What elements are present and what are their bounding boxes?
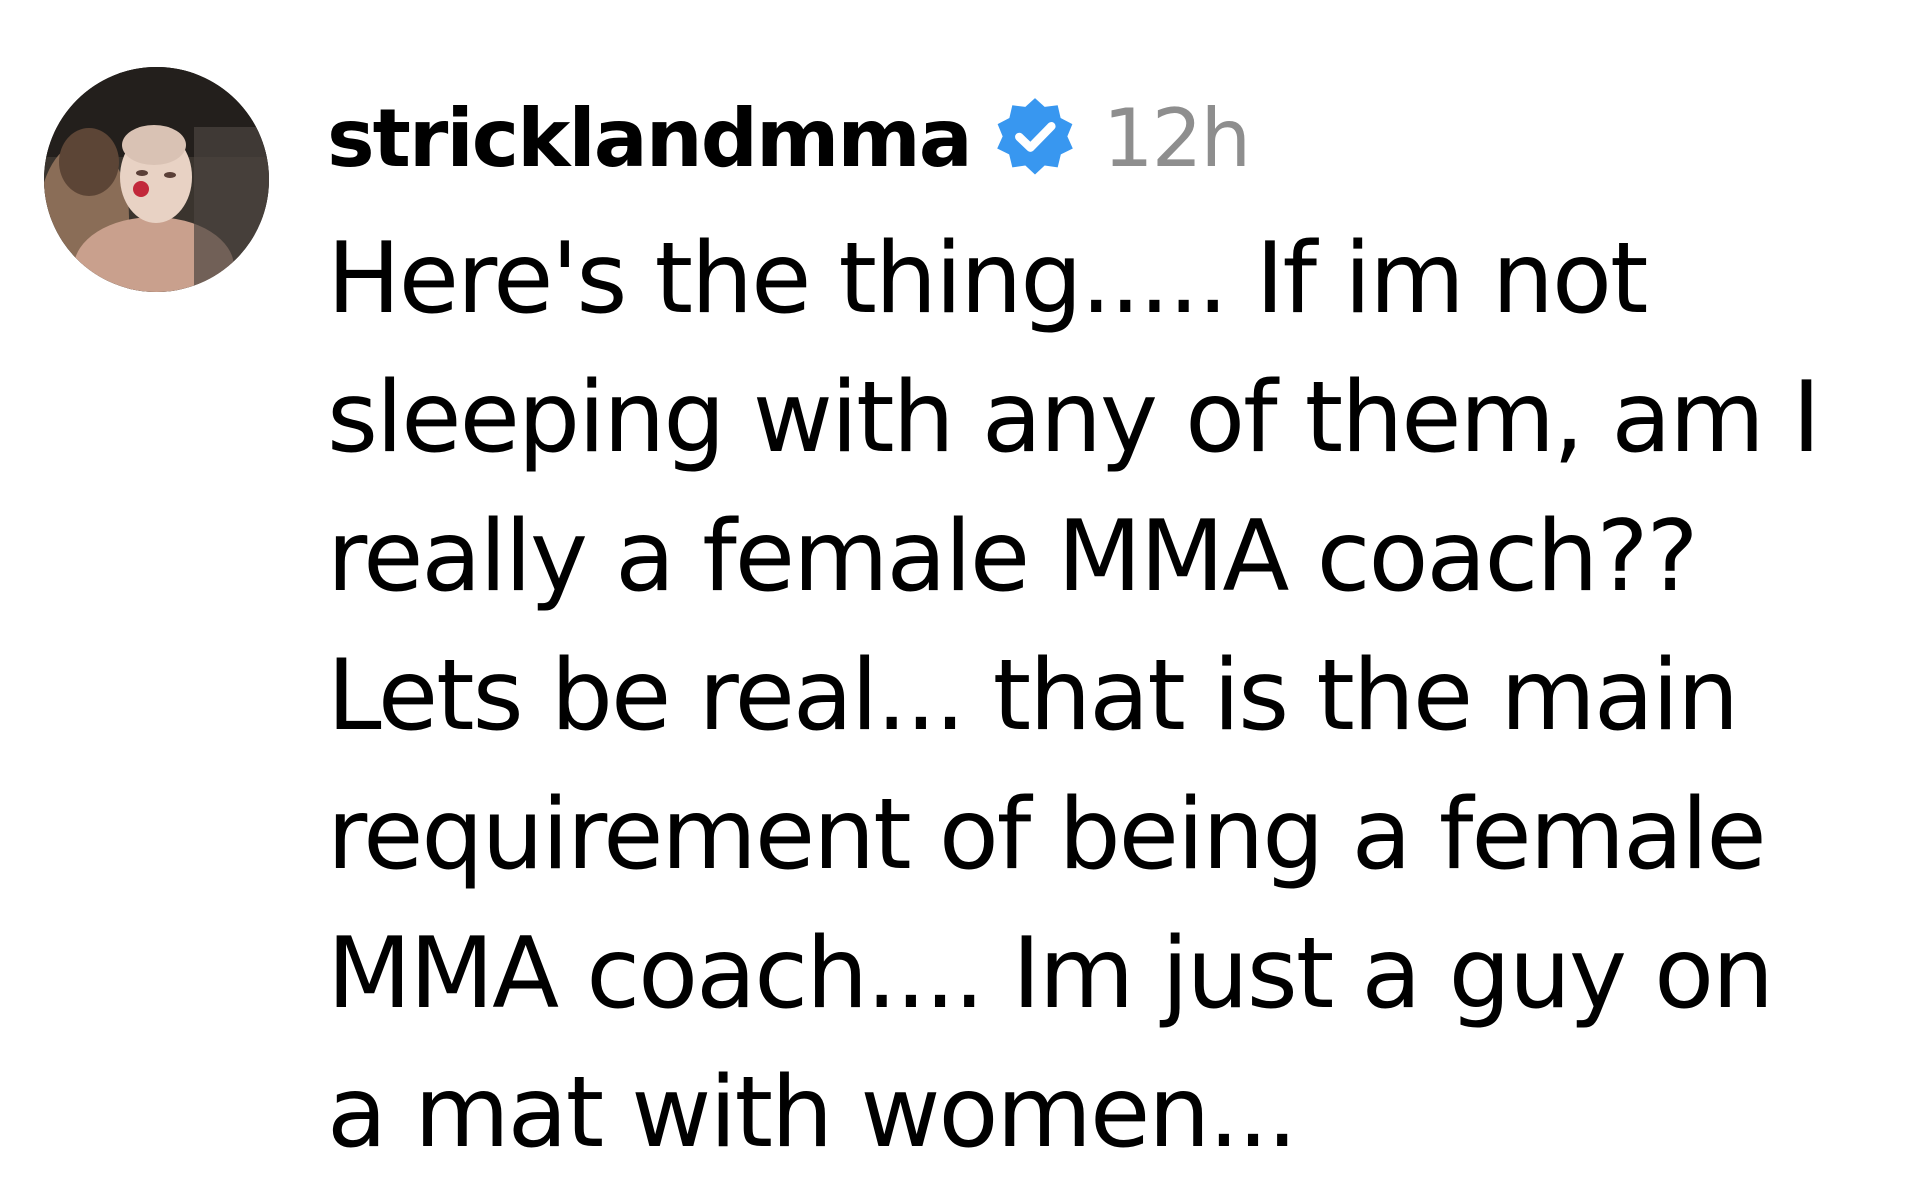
comment: stricklandmma 12h Here's the thing..... … <box>0 0 1920 1200</box>
timestamp-link[interactable]: 12h <box>1103 92 1251 185</box>
comment-text: Here's the thing..... If im not sleeping… <box>327 222 1821 1170</box>
comment-body: stricklandmma 12h Here's the thing..... … <box>327 82 1907 1183</box>
verified-badge-icon <box>993 96 1077 180</box>
comment-header: stricklandmma 12h <box>327 82 1907 194</box>
avatar-photo <box>44 67 269 292</box>
avatar[interactable] <box>44 67 269 292</box>
username-link[interactable]: stricklandmma <box>327 92 973 185</box>
